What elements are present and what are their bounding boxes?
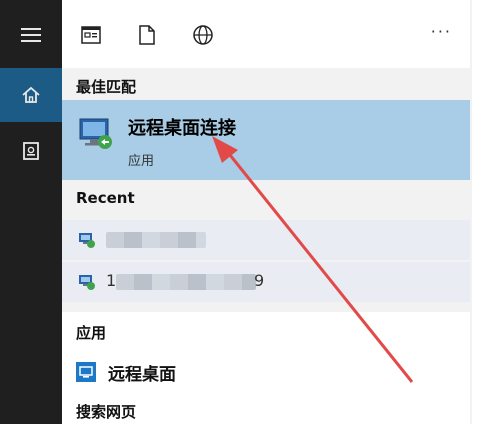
best-match-section: 最佳匹配 (62, 68, 470, 100)
start-sidebar (0, 0, 62, 424)
best-match-item[interactable]: 远程桌面连接 应用 (62, 100, 470, 180)
redacted-connection-name (106, 232, 206, 248)
documents-filter-icon (139, 25, 155, 45)
window-edge (472, 0, 500, 424)
apps-section: 应用 (62, 312, 470, 352)
hamburger-menu-icon (21, 28, 41, 42)
apps-title: 应用 (76, 324, 107, 342)
menu-button[interactable] (0, 8, 62, 62)
notebook-button[interactable] (0, 124, 62, 178)
remote-desktop-icon (79, 118, 112, 149)
web-filter-icon (193, 25, 213, 45)
recent-section: Recent (62, 180, 470, 214)
apps-filter-icon (81, 26, 101, 44)
documents-filter-button[interactable] (134, 22, 160, 48)
redacted-connection-name (116, 274, 256, 290)
apps-filter-button[interactable] (78, 22, 104, 48)
remote-desktop-app-icon (76, 362, 96, 382)
filter-toolbar: ··· (62, 0, 470, 68)
home-icon (22, 86, 40, 103)
notebook-icon (23, 142, 39, 160)
web-search-title: 搜索网页 (76, 403, 137, 421)
best-match-item-type: 应用 (128, 154, 155, 169)
search-results-panel: ··· 最佳匹配 远程桌面连接 应用 Recent 1 9 应用 远程桌面 搜索… (62, 0, 500, 424)
remote-desktop-small-icon (79, 275, 95, 290)
best-match-title: 最佳匹配 (76, 78, 137, 96)
remote-desktop-app-label: 远程桌面 (108, 365, 176, 385)
recent-item[interactable] (62, 220, 470, 260)
web-filter-button[interactable] (190, 22, 216, 48)
remote-desktop-small-icon (79, 233, 95, 248)
web-search-section: 搜索网页 (62, 392, 470, 424)
remote-desktop-app-item[interactable]: 远程桌面 (62, 352, 470, 392)
recent-title: Recent (76, 189, 135, 207)
recent-item-text-end: 9 (254, 271, 265, 290)
recent-item[interactable]: 1 9 (62, 262, 470, 302)
best-match-item-title: 远程桌面连接 (128, 118, 236, 139)
home-button[interactable] (0, 68, 62, 122)
recent-item-text-start: 1 (106, 271, 117, 290)
more-options-button[interactable]: ··· (431, 22, 452, 41)
